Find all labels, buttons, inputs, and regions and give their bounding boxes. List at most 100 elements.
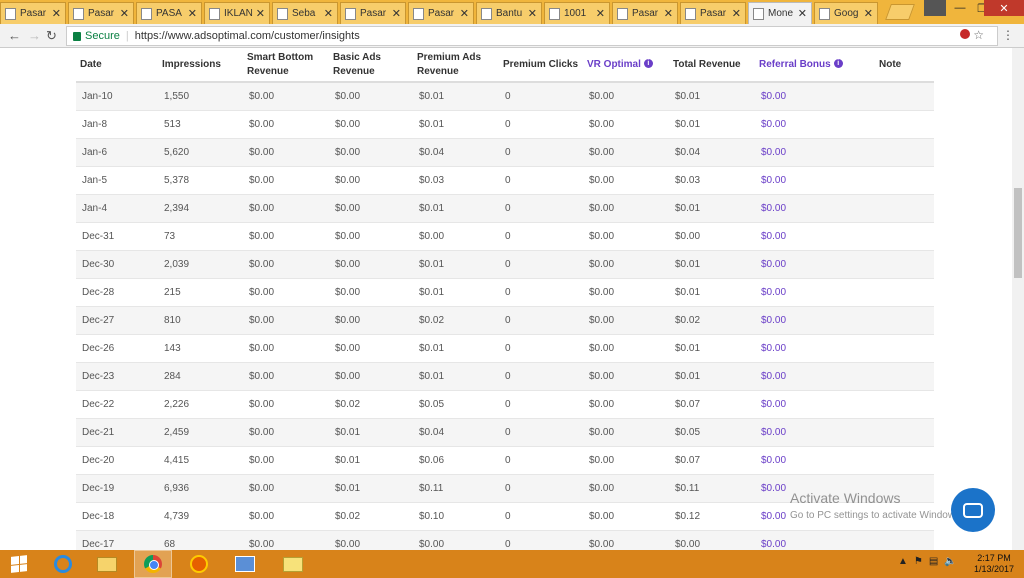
table-cell: $0.00 — [243, 418, 329, 447]
table-cell: $0.01 — [413, 362, 499, 391]
browser-tab[interactable]: PASA ✕ — [136, 2, 202, 24]
tab-label: 1001 — [564, 8, 587, 19]
table-cell: $0.00 — [583, 222, 669, 251]
taskbar-paint[interactable] — [226, 550, 264, 578]
tab-favicon-icon — [819, 7, 830, 20]
table-cell: $0.00 — [329, 222, 413, 251]
tab-close-icon[interactable]: ✕ — [798, 7, 807, 20]
taskbar-internet-explorer[interactable] — [44, 550, 82, 578]
close-window-button[interactable]: ✕ — [984, 0, 1024, 16]
tab-close-icon[interactable]: ✕ — [596, 7, 605, 20]
taskbar-firefox[interactable] — [180, 550, 218, 578]
volume-icon[interactable]: 🔈 — [944, 556, 956, 567]
lock-icon — [73, 31, 81, 41]
user-profile-icon[interactable] — [924, 0, 946, 16]
address-bar[interactable]: Secure | https://www.adsoptimal.com/cust… — [66, 26, 998, 46]
table-cell: $0.00 — [755, 530, 875, 550]
tab-close-icon[interactable]: ✕ — [256, 7, 265, 20]
browser-menu-icon[interactable]: ⋮ — [1002, 28, 1014, 42]
tab-close-icon[interactable]: ✕ — [460, 7, 469, 20]
reload-icon[interactable]: ↻ — [46, 28, 57, 44]
table-cell: $0.00 — [583, 306, 669, 335]
tab-close-icon[interactable]: ✕ — [188, 7, 197, 20]
taskbar-notes[interactable] — [274, 550, 312, 578]
browser-tab[interactable]: Pasar ✕ — [680, 2, 746, 24]
scrollbar-thumb[interactable] — [1014, 188, 1022, 278]
taskbar-chrome[interactable] — [134, 550, 172, 578]
table-cell: 0 — [499, 110, 583, 139]
tab-label: Pasar — [88, 8, 115, 19]
tab-close-icon[interactable]: ✕ — [528, 7, 537, 20]
table-cell: $0.00 — [243, 502, 329, 531]
table-cell: $0.01 — [329, 418, 413, 447]
table-cell: $0.00 — [413, 222, 499, 251]
page-scrollbar[interactable] — [1012, 48, 1024, 550]
browser-tab[interactable]: Pasar ✕ — [68, 2, 134, 24]
forward-icon[interactable]: → — [28, 28, 41, 43]
table-cell: $0.04 — [413, 418, 499, 447]
table-cell: Dec-28 — [76, 278, 158, 307]
table-row: Dec-17 68 $0.00 $0.00 $0.00 0 $0.00 $0.00 $0.00 — [76, 530, 934, 550]
browser-tab[interactable]: Mone ✕ — [748, 2, 812, 24]
tray-chevron-icon[interactable]: ▲ — [898, 556, 908, 567]
table-row: Dec-26 143 $0.00 $0.00 $0.01 0 $0.00 $0.01 $0.00 — [76, 334, 934, 363]
tab-close-icon[interactable]: ✕ — [864, 7, 873, 20]
table-cell: $0.00 — [329, 82, 413, 111]
table-row: Dec-22 2,226 $0.00 $0.02 $0.05 0 $0.00 $0.07 $0.… — [76, 390, 934, 419]
table-cell: Dec-22 — [76, 390, 158, 419]
taskbar-file-explorer[interactable] — [88, 550, 126, 578]
table-cell: $0.00 — [755, 334, 875, 363]
flag-icon[interactable]: ⚑ — [914, 556, 923, 567]
network-icon[interactable]: ▤ — [929, 556, 938, 567]
tab-close-icon[interactable]: ✕ — [392, 7, 401, 20]
tab-close-icon[interactable]: ✕ — [664, 7, 673, 20]
browser-tab[interactable]: 1001 ✕ — [544, 2, 610, 24]
table-cell: 0 — [499, 278, 583, 307]
back-icon[interactable]: ← — [8, 28, 21, 43]
column-header[interactable]: VR Optimal i — [583, 48, 669, 83]
table-cell: $0.00 — [243, 530, 329, 550]
browser-tab[interactable]: Pasar ✕ — [340, 2, 406, 24]
new-tab-button[interactable] — [885, 4, 915, 20]
browser-tab[interactable]: IKLAN ✕ — [204, 2, 270, 24]
column-header-label: Premium Clicks — [503, 58, 579, 70]
start-button[interactable] — [0, 550, 38, 578]
extension-icon[interactable] — [960, 29, 970, 39]
table-cell: 4,415 — [158, 446, 243, 475]
browser-tab[interactable]: Pasar ✕ — [0, 2, 66, 24]
table-cell: $0.00 — [755, 362, 875, 391]
table-cell: $0.01 — [669, 278, 755, 307]
browser-tab[interactable]: Seba ✕ — [272, 2, 338, 24]
table-cell: $0.01 — [413, 334, 499, 363]
table-cell: $0.05 — [669, 418, 755, 447]
table-cell: $0.00 — [583, 362, 669, 391]
table-cell: 73 — [158, 222, 243, 251]
bookmark-star-icon[interactable]: ☆ — [973, 28, 984, 42]
table-cell: $0.06 — [413, 446, 499, 475]
tab-close-icon[interactable]: ✕ — [324, 7, 333, 20]
tab-label: Pasar — [20, 8, 47, 19]
tab-close-icon[interactable]: ✕ — [52, 7, 61, 20]
chat-widget-button[interactable] — [951, 488, 995, 532]
browser-tab[interactable]: Bantu ✕ — [476, 2, 542, 24]
tab-close-icon[interactable]: ✕ — [732, 7, 741, 20]
table-cell: $0.07 — [669, 390, 755, 419]
windows-taskbar: ▲ ⚑ ▤ 🔈 2:17 PM 1/13/2017 — [0, 550, 1024, 578]
windows-logo-icon — [11, 555, 27, 573]
column-header[interactable]: Referral Bonus i — [755, 48, 875, 83]
info-icon[interactable]: i — [833, 59, 843, 69]
browser-tab[interactable]: Pasar ✕ — [408, 2, 474, 24]
clock-date: 1/13/2017 — [973, 564, 1015, 574]
table-cell: $0.12 — [669, 502, 755, 531]
tab-close-icon[interactable]: ✕ — [120, 7, 129, 20]
system-tray: ▲ ⚑ ▤ 🔈 — [898, 556, 957, 567]
info-icon[interactable]: i — [643, 59, 653, 69]
taskbar-clock[interactable]: 2:17 PM 1/13/2017 — [968, 553, 1020, 575]
browser-tab[interactable]: Pasar ✕ — [612, 2, 678, 24]
table-cell: $0.00 — [329, 194, 413, 223]
table-cell: $0.00 — [669, 530, 755, 550]
table-cell: $0.00 — [583, 110, 669, 139]
browser-tab[interactable]: Goog ✕ — [814, 2, 878, 24]
tab-favicon-icon — [753, 7, 764, 20]
column-header: Total Revenue — [669, 48, 755, 83]
